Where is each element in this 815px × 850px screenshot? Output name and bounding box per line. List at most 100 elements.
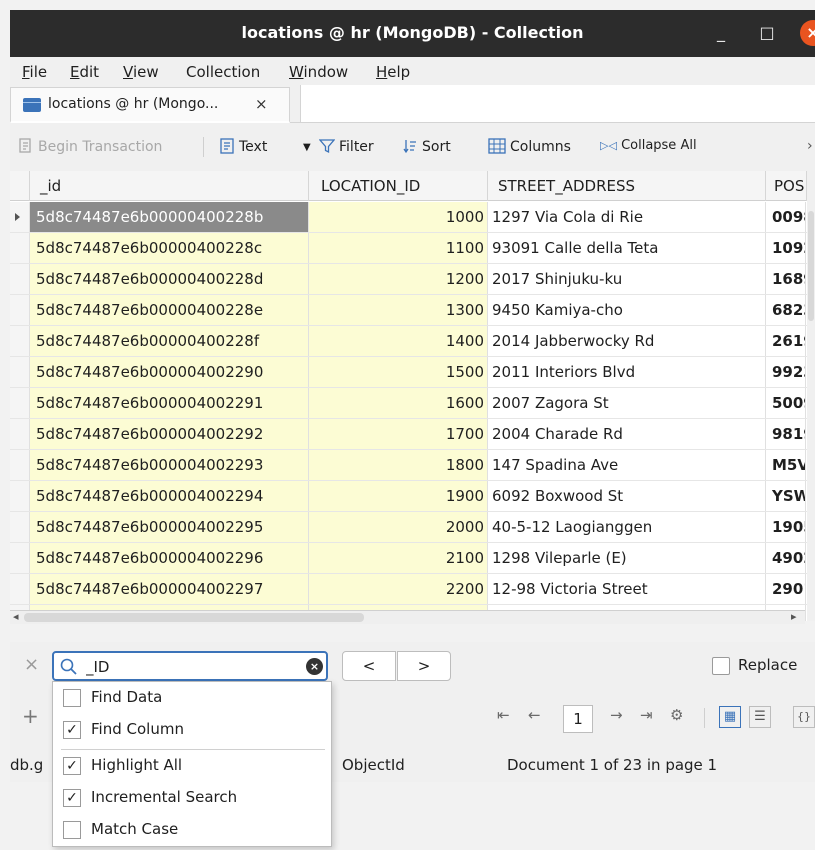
text-view-dropdown-icon[interactable]: ▼ xyxy=(303,142,311,153)
highlight-all-checkbox[interactable]: ✓ xyxy=(63,757,81,775)
menu-help[interactable]: Help xyxy=(376,63,410,81)
table-row[interactable]: 5d8c74487e6b000004002291 1600 2007 Zagora … xyxy=(10,388,815,419)
cell-street-address[interactable]: 12-98 Victoria Street xyxy=(488,574,766,604)
cell-location-id[interactable]: 1900 xyxy=(309,481,488,511)
find-input[interactable] xyxy=(86,656,286,678)
cell-postal-code[interactable]: 9923 xyxy=(766,357,806,387)
menu-view[interactable]: View xyxy=(123,63,159,81)
table-row[interactable]: 5d8c74487e6b00000400228c 1100 93091 Calle … xyxy=(10,233,815,264)
cell-location-id[interactable]: 2200 xyxy=(309,574,488,604)
row-selector[interactable] xyxy=(10,295,30,325)
row-selector[interactable] xyxy=(10,264,30,294)
json-view-icon[interactable]: {} xyxy=(793,706,815,728)
tab-locations[interactable]: locations @ hr (Mongo... × xyxy=(10,87,290,123)
cell-postal-code[interactable]: 1092 xyxy=(766,233,806,263)
row-selector[interactable] xyxy=(10,388,30,418)
first-page-icon[interactable]: ⇤ xyxy=(497,706,510,724)
table-row[interactable]: 5d8c74487e6b000004002296 2100 1298 Vilepar… xyxy=(10,543,815,574)
cell-street-address[interactable]: 40-5-12 Laogianggen xyxy=(488,512,766,542)
cell-street-address[interactable]: 2017 Shinjuku-ku xyxy=(488,264,766,294)
menu-edit[interactable]: Edit xyxy=(70,63,99,81)
cell-id[interactable]: 5d8c74487e6b00000400228d xyxy=(30,264,309,294)
find-field[interactable]: × xyxy=(52,651,328,681)
previous-page-icon[interactable]: ← xyxy=(528,706,541,724)
cell-location-id[interactable]: 1200 xyxy=(309,264,488,294)
minimize-button[interactable]: _ xyxy=(708,20,734,46)
cell-location-id[interactable]: 1000 xyxy=(309,202,488,232)
row-selector[interactable] xyxy=(10,512,30,542)
row-selector[interactable] xyxy=(10,574,30,604)
text-view-button[interactable]: Text xyxy=(219,138,267,155)
row-selector[interactable] xyxy=(10,326,30,356)
cell-postal-code[interactable]: 0098 xyxy=(766,202,806,232)
record-view-icon[interactable]: ☰ xyxy=(749,706,771,728)
cell-postal-code[interactable]: 1689 xyxy=(766,264,806,294)
cell-street-address[interactable]: 2014 Jabberwocky Rd xyxy=(488,326,766,356)
cell-postal-code[interactable]: YSW xyxy=(766,481,806,511)
cell-id[interactable]: 5d8c74487e6b000004002297 xyxy=(30,574,309,604)
horizontal-scroll-thumb[interactable] xyxy=(24,613,364,622)
option-incremental-search[interactable]: ✓ Incremental Search xyxy=(53,783,331,813)
header-postal-code[interactable]: POS xyxy=(766,171,807,201)
cell-postal-code[interactable]: 6823 xyxy=(766,295,806,325)
cell-location-id[interactable]: 1800 xyxy=(309,450,488,480)
cell-id[interactable]: 5d8c74487e6b00000400228b xyxy=(30,202,309,232)
cell-id[interactable]: 5d8c74487e6b000004002290 xyxy=(30,357,309,387)
incremental-search-checkbox[interactable]: ✓ xyxy=(63,789,81,807)
cell-postal-code[interactable]: 5009 xyxy=(766,388,806,418)
cell-location-id[interactable]: 2100 xyxy=(309,543,488,573)
header-id[interactable]: _id xyxy=(30,171,309,201)
menu-collection[interactable]: Collection xyxy=(186,63,260,81)
search-icon[interactable] xyxy=(60,658,78,676)
cell-street-address[interactable]: 2004 Charade Rd xyxy=(488,419,766,449)
cell-street-address[interactable]: 1298 Vileparle (E) xyxy=(488,543,766,573)
table-row[interactable]: 5d8c74487e6b00000400228b 1000 1297 Via Col… xyxy=(10,202,815,233)
table-row[interactable]: 5d8c74487e6b000004002290 1500 2011 Interio… xyxy=(10,357,815,388)
scroll-right-icon[interactable]: ▸ xyxy=(791,610,797,623)
columns-button[interactable]: Columns xyxy=(488,138,571,155)
table-row[interactable]: 5d8c74487e6b000004002292 1700 2004 Charade… xyxy=(10,419,815,450)
table-row[interactable]: 5d8c74487e6b000004002293 1800 147 Spadina … xyxy=(10,450,815,481)
row-selector[interactable] xyxy=(10,543,30,573)
header-street-address[interactable]: STREET_ADDRESS xyxy=(488,171,766,201)
page-number-field[interactable]: 1 xyxy=(563,705,593,733)
find-previous-button[interactable]: < xyxy=(342,651,396,681)
cell-id[interactable]: 5d8c74487e6b000004002293 xyxy=(30,450,309,480)
cell-id[interactable]: 5d8c74487e6b000004002292 xyxy=(30,419,309,449)
cell-street-address[interactable]: 9450 Kamiya-cho xyxy=(488,295,766,325)
replace-checkbox[interactable] xyxy=(712,657,730,675)
last-page-icon[interactable]: ⇥ xyxy=(640,706,653,724)
cell-id[interactable]: 5d8c74487e6b00000400228c xyxy=(30,233,309,263)
vertical-scroll-thumb[interactable] xyxy=(808,211,814,321)
cell-street-address[interactable]: 147 Spadina Ave xyxy=(488,450,766,480)
row-selector[interactable] xyxy=(10,419,30,449)
cell-postal-code[interactable]: 2619 xyxy=(766,326,806,356)
grid-view-icon[interactable]: ▦ xyxy=(719,706,741,728)
collapse-all-button[interactable]: ▷◁ Collapse All xyxy=(600,138,697,153)
option-find-data[interactable]: Find Data xyxy=(53,683,331,713)
cell-postal-code[interactable]: 4902 xyxy=(766,543,806,573)
pager-settings-icon[interactable]: ⚙ xyxy=(670,706,683,724)
cell-postal-code[interactable]: 2901 xyxy=(766,574,806,604)
add-row-icon[interactable]: + xyxy=(22,704,39,728)
tab-close-icon[interactable]: × xyxy=(255,95,268,113)
cell-id[interactable]: 5d8c74487e6b000004002291 xyxy=(30,388,309,418)
cell-location-id[interactable]: 1600 xyxy=(309,388,488,418)
cell-location-id[interactable]: 2000 xyxy=(309,512,488,542)
cell-street-address[interactable]: 2011 Interiors Blvd xyxy=(488,357,766,387)
cell-id[interactable]: 5d8c74487e6b000004002296 xyxy=(30,543,309,573)
cell-location-id[interactable]: 1400 xyxy=(309,326,488,356)
find-column-checkbox[interactable]: ✓ xyxy=(63,721,81,739)
close-find-icon[interactable]: × xyxy=(24,654,39,675)
menu-file[interactable]: File xyxy=(22,63,47,81)
cell-id[interactable]: 5d8c74487e6b00000400228f xyxy=(30,326,309,356)
option-highlight-all[interactable]: ✓ Highlight All xyxy=(53,751,331,781)
cell-location-id[interactable]: 1100 xyxy=(309,233,488,263)
scroll-left-icon[interactable]: ◂ xyxy=(13,610,19,623)
cell-postal-code[interactable]: 9819 xyxy=(766,419,806,449)
cell-location-id[interactable]: 1300 xyxy=(309,295,488,325)
toolbar-overflow-icon[interactable]: › xyxy=(807,138,813,154)
clear-search-icon[interactable]: × xyxy=(306,658,323,675)
row-selector[interactable] xyxy=(10,233,30,263)
cell-street-address[interactable]: 93091 Calle della Teta xyxy=(488,233,766,263)
